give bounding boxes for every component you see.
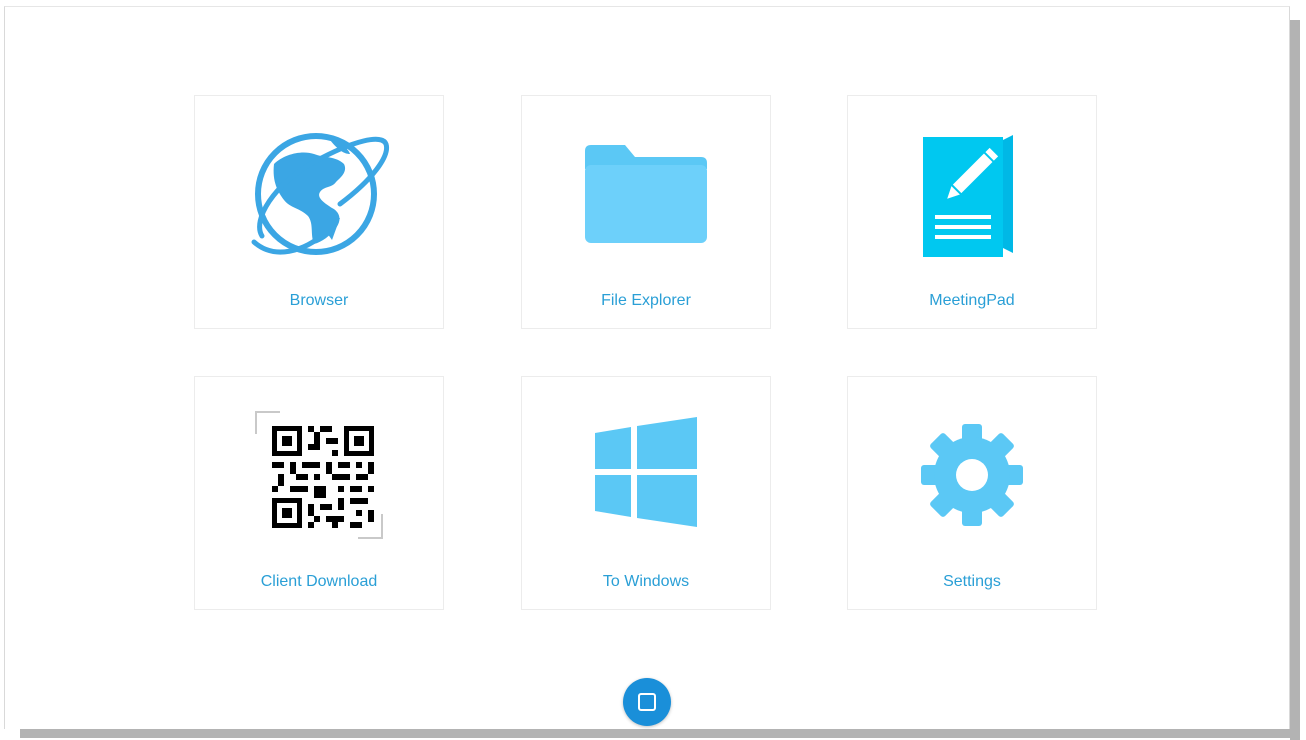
- frame-shadow-right: [1290, 20, 1300, 740]
- tile-client-download[interactable]: Client Download: [194, 376, 444, 610]
- notepad-icon: [848, 114, 1096, 274]
- tile-label: MeetingPad: [929, 292, 1015, 309]
- tile-label: Client Download: [260, 573, 378, 590]
- home-button[interactable]: [623, 678, 671, 726]
- qr-code-icon: [195, 395, 443, 555]
- folder-icon: [522, 114, 770, 274]
- tile-label: To Windows: [602, 573, 690, 590]
- tile-label: File Explorer: [601, 292, 691, 309]
- globe-icon: [195, 114, 443, 274]
- gear-icon: [848, 395, 1096, 555]
- tile-browser[interactable]: Browser: [194, 95, 444, 329]
- tile-meetingpad[interactable]: MeetingPad: [847, 95, 1097, 329]
- square-icon: [638, 693, 656, 711]
- frame-shadow-bottom: [20, 728, 1300, 738]
- tile-settings[interactable]: Settings: [847, 376, 1097, 610]
- tile-to-windows[interactable]: To Windows: [521, 376, 771, 610]
- tile-label: Settings: [943, 573, 1001, 590]
- tile-label: Browser: [289, 292, 349, 309]
- tile-file-explorer[interactable]: File Explorer: [521, 95, 771, 329]
- windows-icon: [522, 395, 770, 555]
